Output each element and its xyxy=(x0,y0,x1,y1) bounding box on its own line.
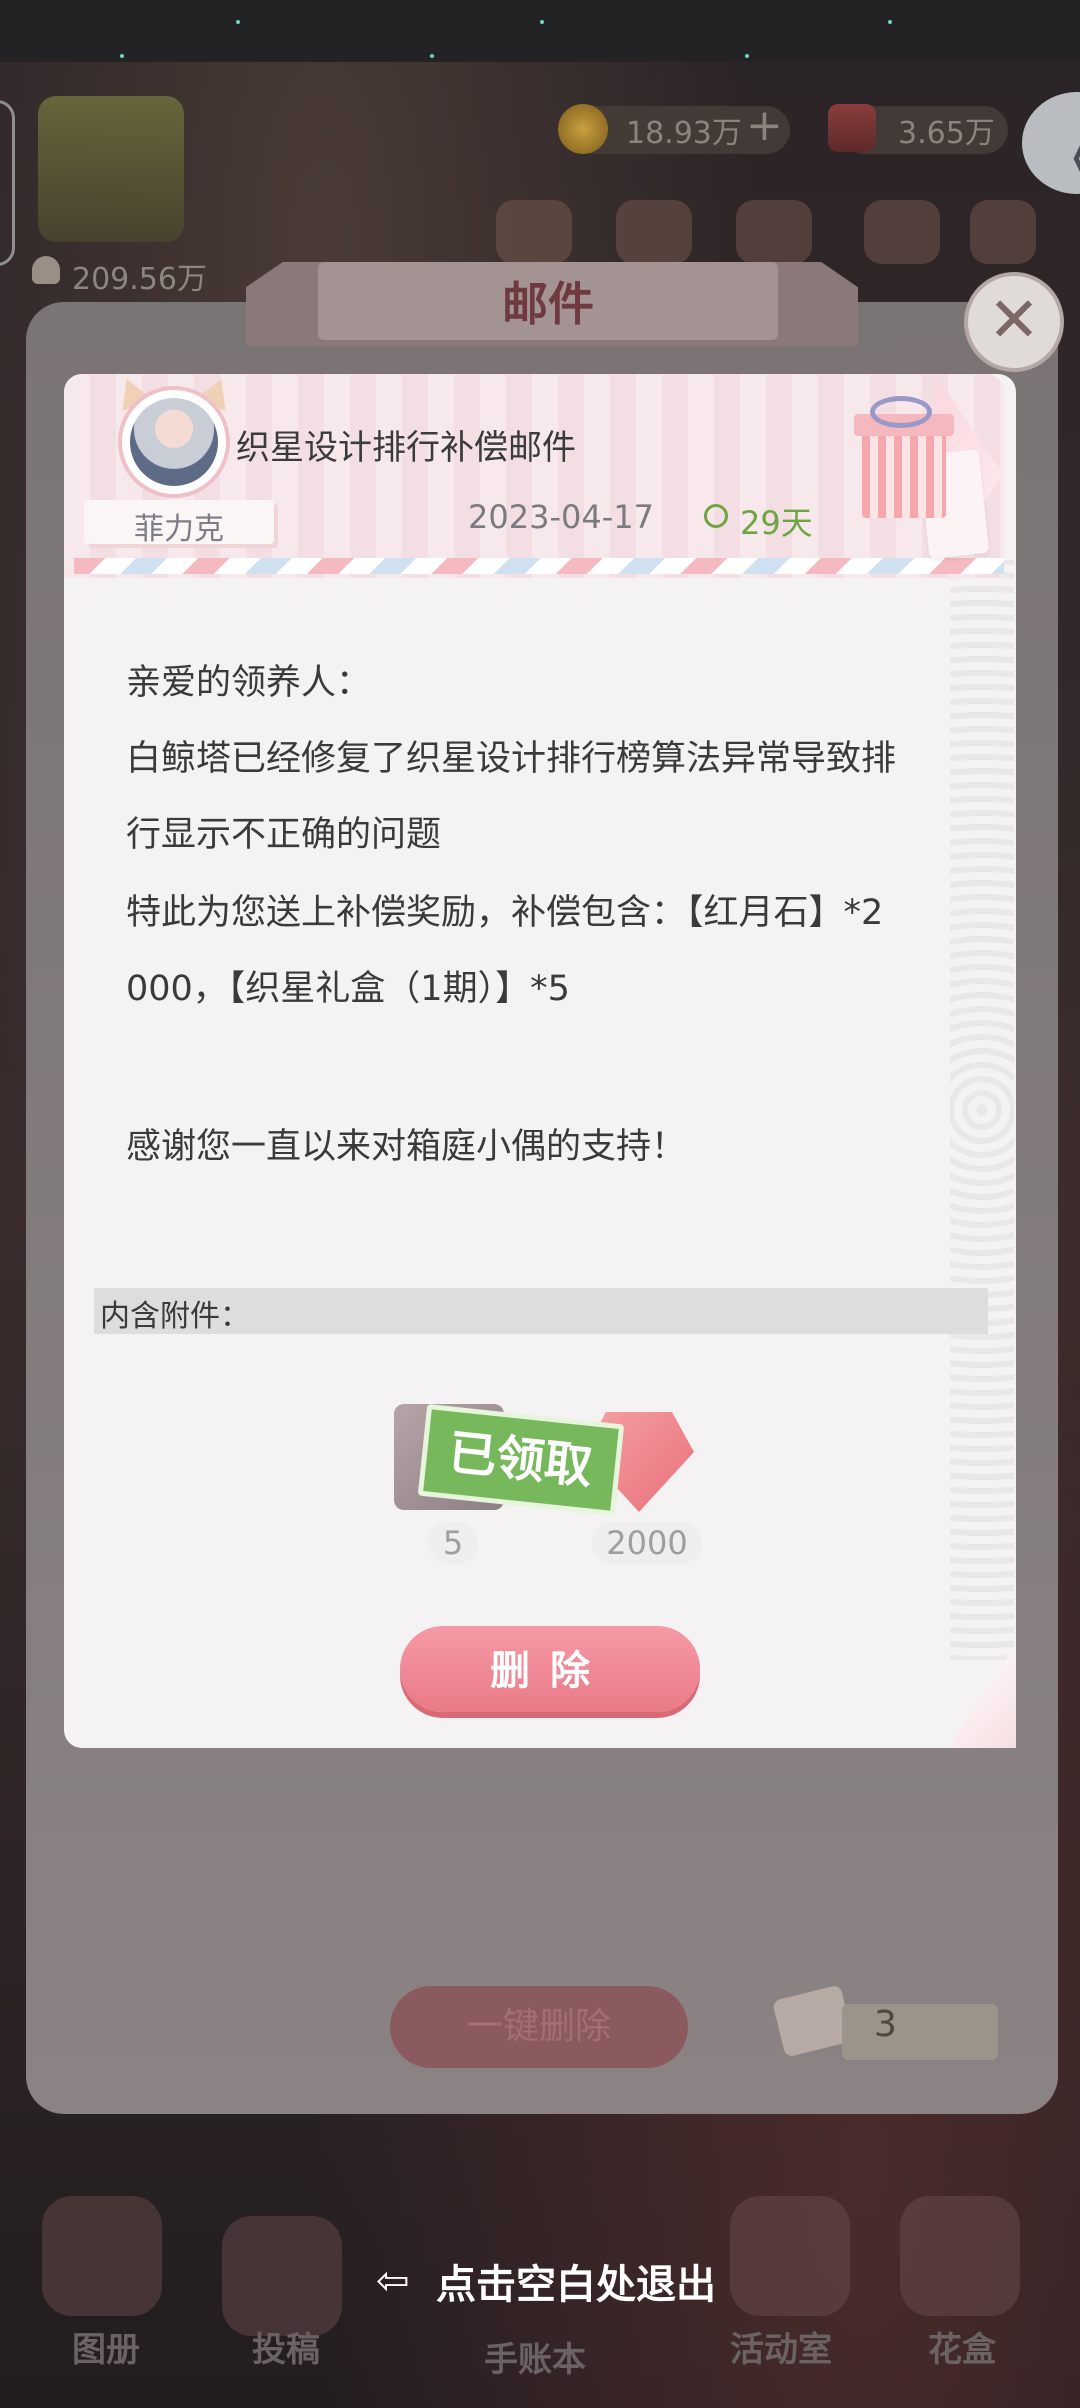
delete-label: 删除 xyxy=(490,1648,610,1694)
teddy-bear-icon[interactable] xyxy=(730,2196,850,2316)
mail-date: 2023-04-17 xyxy=(468,498,654,536)
nav-flower-box[interactable]: 花盒 xyxy=(928,2322,996,2371)
mail-count-box xyxy=(842,2004,998,2060)
delete-all-button[interactable]: 一键删除 xyxy=(390,1986,688,2068)
nav-activity-room[interactable]: 活动室 xyxy=(730,2322,832,2371)
gift-box-icon xyxy=(862,422,946,518)
gem-icon xyxy=(828,104,876,152)
item-count: 5 xyxy=(442,1524,464,1562)
sender-avatar xyxy=(130,398,218,486)
mail-detail-card xyxy=(64,374,1016,1748)
clock-icon xyxy=(704,504,728,528)
player-avatar[interactable] xyxy=(38,96,184,242)
mail-subject: 织星设计排行补偿邮件 xyxy=(236,428,576,468)
coin-value: 18.93万 xyxy=(626,116,742,151)
window-title: 邮件 xyxy=(502,277,594,331)
decor-star xyxy=(430,54,434,58)
film-reel-icon[interactable] xyxy=(222,2216,342,2336)
add-coin-button[interactable]: + xyxy=(746,100,783,151)
album-icon[interactable] xyxy=(42,2196,162,2316)
nav-submit[interactable]: 投稿 xyxy=(252,2322,320,2371)
body-line: 白鲸塔已经修复了织星设计排行榜算法异常导致排 xyxy=(126,739,897,779)
body-line: 亲爱的领养人： xyxy=(126,663,372,703)
body-line: 特此为您送上补偿奖励，补偿包含：【红月石】*2 xyxy=(126,893,884,933)
flower-box-icon[interactable] xyxy=(900,2196,1020,2316)
fans-icon xyxy=(32,256,60,284)
mail-count: 3 xyxy=(874,2004,897,2045)
decor-star xyxy=(745,54,749,58)
body-line: 感谢您一直以来对箱庭小偶的支持！ xyxy=(126,1127,687,1167)
activity-icon[interactable] xyxy=(496,200,572,264)
flower-icon[interactable] xyxy=(970,200,1036,264)
item-count: 2000 xyxy=(606,1524,688,1562)
gem-value: 3.65万 xyxy=(898,116,995,151)
lace-border xyxy=(950,560,1014,1660)
decor-star xyxy=(236,20,240,24)
close-icon[interactable]: ✕ xyxy=(964,272,1064,372)
decor-star xyxy=(540,20,544,24)
nav-journal[interactable]: 手账本 xyxy=(484,2332,586,2381)
nav-album[interactable]: 图册 xyxy=(72,2322,140,2371)
status-bar xyxy=(0,0,1080,62)
back-chevron-icon: 《 xyxy=(1046,116,1080,195)
decor-star xyxy=(888,20,892,24)
airmail-stripe xyxy=(74,558,1004,574)
body-line: 000，【织星礼盒（1期）】*5 xyxy=(126,969,570,1009)
expire-days: 29天 xyxy=(740,504,813,542)
attachments-label: 内含附件： xyxy=(100,1299,250,1334)
exit-icon: ⇦ xyxy=(376,2258,410,2304)
side-drawer-handle[interactable] xyxy=(0,100,15,266)
body-line: 行显示不正确的问题 xyxy=(126,815,442,855)
decor-star xyxy=(120,54,124,58)
gift-bow-icon xyxy=(870,396,932,428)
fans-count: 209.56万 xyxy=(72,262,207,297)
sender-name: 菲力克 xyxy=(134,512,224,547)
heart-icon[interactable] xyxy=(736,200,812,264)
video-icon[interactable] xyxy=(616,200,692,264)
exit-hint[interactable]: 点击空白处退出 xyxy=(436,2252,716,2310)
card-icon[interactable] xyxy=(864,200,940,264)
coin-icon xyxy=(558,104,608,154)
